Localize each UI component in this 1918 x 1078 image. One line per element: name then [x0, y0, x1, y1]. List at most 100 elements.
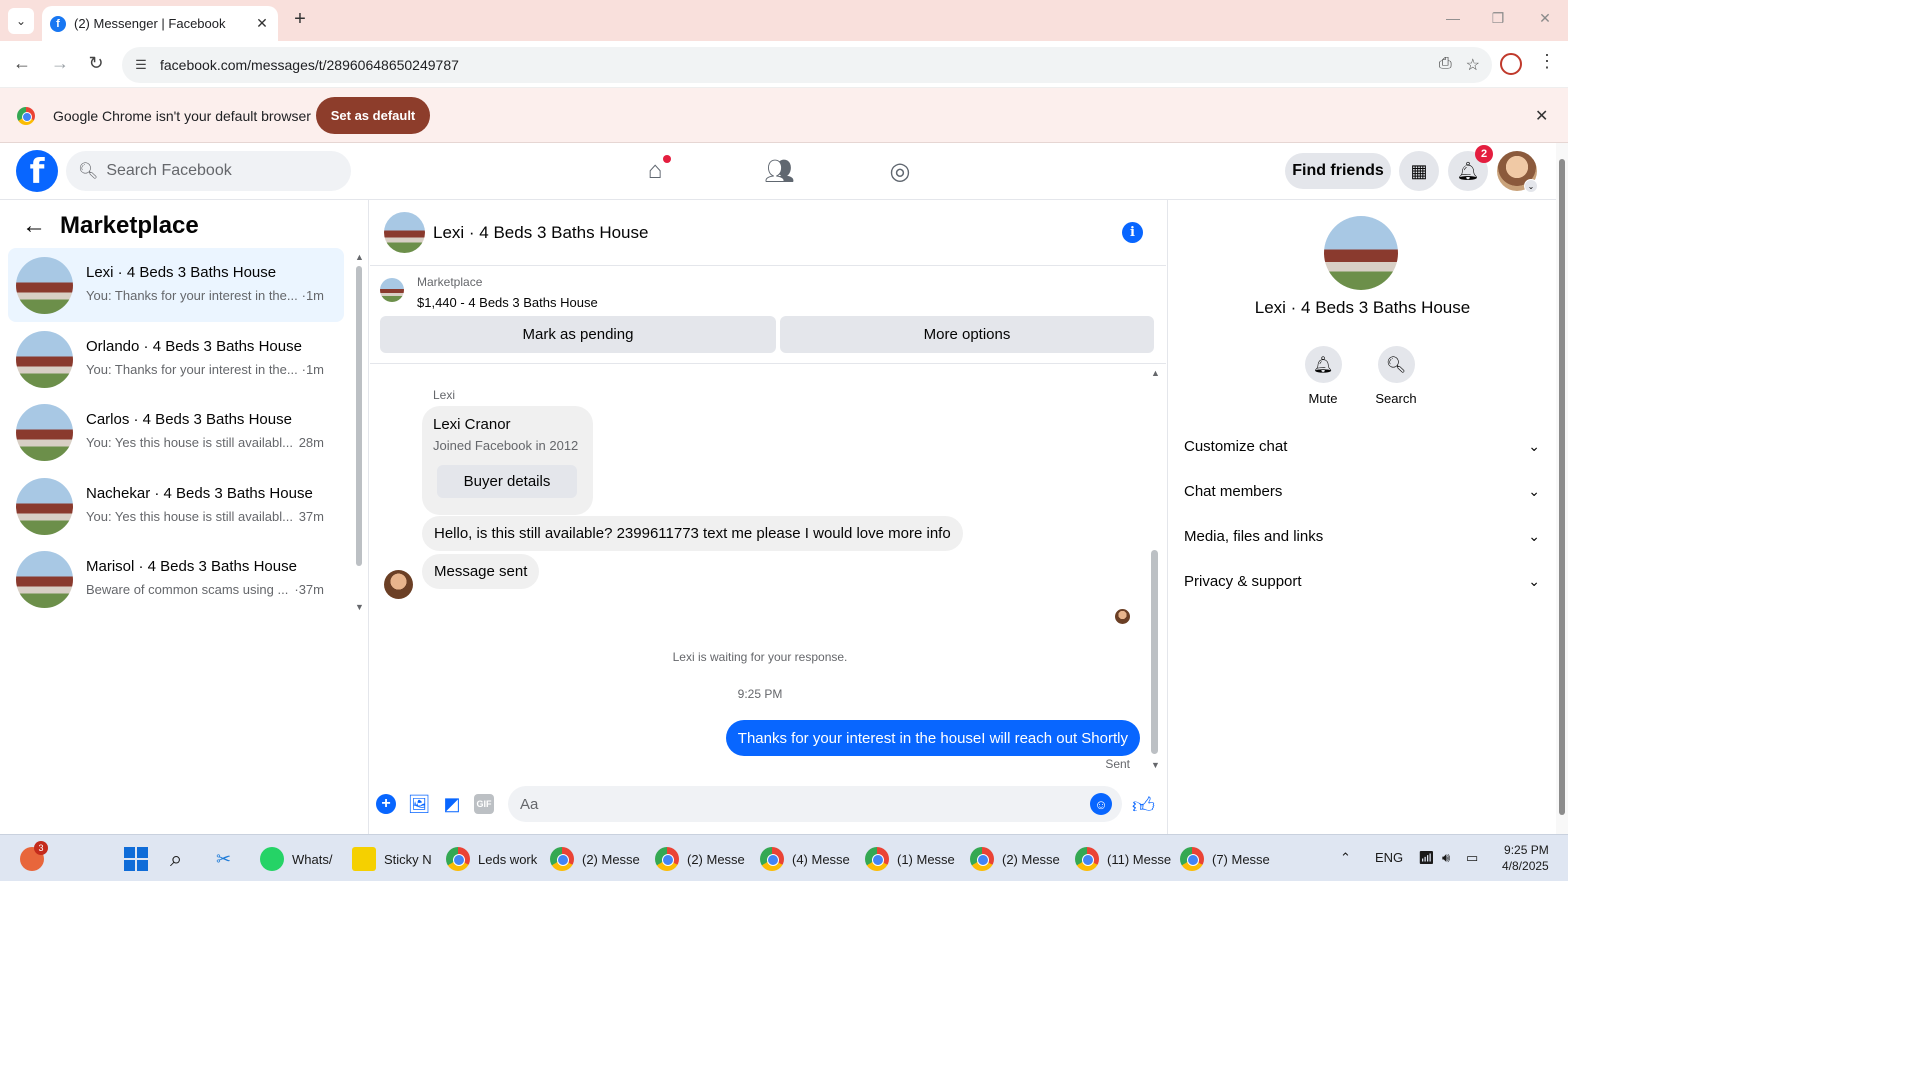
message-sent-bubble[interactable]: Message sent [422, 554, 540, 589]
minimize-icon[interactable]: — [1433, 10, 1473, 26]
chrome-menu-icon[interactable]: ⋮ [1538, 51, 1556, 72]
infobar-close-icon[interactable]: ✕ [1535, 106, 1548, 126]
customize-chat-section[interactable]: Customize chat ⌄ [1184, 424, 1544, 468]
scroll-down-icon[interactable]: ▼ [1151, 760, 1160, 770]
chat-members-section[interactable]: Chat members ⌄ [1184, 469, 1544, 513]
taskbar-item[interactable]: (2) Messe [550, 843, 640, 875]
buyer-profile-card: Lexi Cranor Joined Facebook in 2012 Buye… [422, 406, 593, 515]
forward-arrow-icon[interactable]: → [48, 53, 72, 74]
taskbar-item[interactable]: (1) Messe [865, 843, 955, 875]
chrome-icon [655, 847, 679, 871]
facebook-favicon-icon: f [50, 15, 66, 32]
conversation-item[interactable]: Lexi · 4 Beds 3 Baths House You: Thanks … [8, 248, 344, 322]
mute-button[interactable]: 🔔︎ Mute [1293, 346, 1353, 406]
taskbar-item[interactable]: (11) Messe [1075, 843, 1171, 875]
bookmark-star-icon[interactable]: ☆ [1466, 55, 1480, 75]
chrome-icon [446, 847, 470, 871]
browser-tab-active[interactable]: f (2) Messenger | Facebook ✕ [42, 6, 278, 41]
conversation-name: Marisol · 4 Beds 3 Baths House [86, 558, 297, 575]
conversation-details-panel: Lexi · 4 Beds 3 Baths House 🔔︎ Mute 🔍︎ S… [1167, 200, 1556, 834]
taskbar-search-icon[interactable]: ⌕ [170, 843, 182, 875]
conversation-item[interactable]: Carlos · 4 Beds 3 Baths House You: Yes t… [8, 395, 344, 469]
browser-tabbar: ⌄ f (2) Messenger | Facebook ✕ + — ❐ ✕ [0, 0, 1568, 41]
reload-icon[interactable]: ↻ [84, 53, 108, 74]
conversation-item[interactable]: Nachekar · 4 Beds 3 Baths House You: Yes… [8, 469, 344, 543]
restore-icon[interactable]: ❐ [1478, 10, 1518, 27]
facebook-search-input[interactable]: 🔍︎ Search Facebook [66, 151, 351, 191]
house-thumbnail[interactable] [1324, 216, 1398, 290]
tab-search-chevron-icon[interactable]: ⌄ [8, 8, 34, 34]
photo-icon[interactable]: 🖼︎ [408, 794, 431, 814]
sidebar-scrollbar[interactable] [356, 256, 362, 566]
chat-title[interactable]: Lexi · 4 Beds 3 Baths House [433, 223, 648, 243]
taskbar-item-label: Whats/ [292, 851, 333, 867]
thumbs-up-icon[interactable]: 👍︎ [1132, 792, 1155, 819]
incoming-message-bubble[interactable]: Hello, is this still available? 23996117… [422, 516, 963, 551]
scroll-down-icon[interactable]: ▼ [355, 602, 364, 612]
battery-icon[interactable]: ▭ [1466, 850, 1478, 866]
taskbar-item[interactable]: Whats/ [260, 843, 332, 875]
taskbar-item-label: (1) Messe [897, 851, 955, 867]
facebook-logo-icon[interactable]: f [16, 150, 58, 192]
more-options-button[interactable]: More options [780, 316, 1154, 353]
chrome-profile-icon[interactable] [1500, 53, 1522, 75]
back-arrow-icon[interactable]: ← [22, 212, 46, 240]
omnibox[interactable]: ☰ facebook.com/messages/t/28960648650249… [122, 47, 1492, 83]
outgoing-message-bubble[interactable]: Thanks for your interest in the houseI w… [725, 720, 1140, 756]
taskbar-item[interactable]: Leds work [446, 843, 537, 875]
buyer-details-button[interactable]: Buyer details [437, 465, 577, 498]
emoji-icon[interactable]: ☺ [1090, 793, 1112, 815]
back-arrow-icon[interactable]: ← [10, 53, 34, 74]
conversation-item[interactable]: Orlando · 4 Beds 3 Baths House You: Than… [8, 322, 344, 396]
taskbar-badge: 3 [34, 841, 48, 855]
account-chevron-icon[interactable]: ⌄ [1524, 179, 1538, 193]
url-text[interactable]: facebook.com/messages/t/2896064865024978… [160, 57, 459, 73]
taskbar-item-label: (11) Messe [1107, 851, 1172, 867]
new-tab-plus-icon[interactable]: + [288, 8, 312, 31]
message-input[interactable]: Aa ☺ [508, 786, 1122, 822]
wifi-icon[interactable]: 📶︎ [1418, 850, 1435, 866]
window-close-icon[interactable]: ✕ [1525, 10, 1565, 27]
house-thumbnail[interactable] [384, 212, 425, 253]
menu-grid-icon[interactable]: ▦ [1399, 151, 1439, 191]
chevron-down-icon: ⌄ [1528, 437, 1540, 454]
buyer-joined: Joined Facebook in 2012 [433, 438, 579, 453]
sender-avatar[interactable] [384, 570, 413, 599]
chrome-icon [1075, 847, 1099, 871]
language-indicator[interactable]: ENG [1375, 850, 1403, 865]
conversation-item[interactable]: Marisol · 4 Beds 3 Baths House Beware of… [8, 542, 344, 616]
privacy-support-section[interactable]: Privacy & support ⌄ [1184, 559, 1544, 603]
friends-icon[interactable]: 👥︎ [764, 157, 794, 185]
listing-price[interactable]: $1,440 - 4 Beds 3 Baths House [417, 295, 598, 310]
tab-close-icon[interactable]: ✕ [252, 15, 272, 32]
address-bar: ← → ↻ ☰ facebook.com/messages/t/28960648… [0, 41, 1568, 88]
info-icon[interactable]: i [1122, 222, 1143, 243]
conversation-name: Orlando · 4 Beds 3 Baths House [86, 338, 302, 355]
media-files-links-section[interactable]: Media, files and links ⌄ [1184, 514, 1544, 558]
snipping-tool-icon[interactable]: ✂ [216, 843, 231, 875]
tray-chevron-up-icon[interactable]: ⌃ [1340, 850, 1351, 866]
plus-icon[interactable]: + [376, 794, 396, 814]
chrome-logo-icon [17, 107, 35, 125]
page-scrollbar[interactable] [1556, 143, 1568, 834]
set-as-default-button[interactable]: Set as default [316, 97, 430, 134]
volume-icon[interactable]: 🔊︎ [1442, 850, 1450, 866]
install-app-icon[interactable]: ⎙ [1439, 55, 1452, 75]
taskbar-clock[interactable]: 9:25 PM 4/8/2025 [1502, 842, 1549, 874]
taskbar-item-label: Leds work [478, 851, 538, 867]
windows-start-icon[interactable] [124, 847, 148, 871]
site-info-icon[interactable]: ☰ [132, 56, 150, 74]
chat-scrollbar[interactable] [1150, 370, 1158, 770]
taskbar-item[interactable]: (7) Messe [1180, 843, 1270, 875]
taskbar-item[interactable]: (2) Messe [655, 843, 745, 875]
find-friends-button[interactable]: Find friends [1285, 153, 1391, 189]
gif-icon[interactable]: GIF [474, 794, 494, 814]
sticker-icon[interactable]: ◩ [442, 794, 462, 814]
groups-icon[interactable]: ◎ [886, 157, 914, 185]
sidebar-title: Marketplace [60, 212, 199, 239]
search-in-chat-button[interactable]: 🔍︎ Search [1366, 346, 1426, 406]
mark-as-pending-button[interactable]: Mark as pending [380, 316, 776, 353]
taskbar-item[interactable]: (2) Messe [970, 843, 1060, 875]
taskbar-item[interactable]: Sticky N [352, 843, 432, 875]
taskbar-item[interactable]: (4) Messe [760, 843, 850, 875]
